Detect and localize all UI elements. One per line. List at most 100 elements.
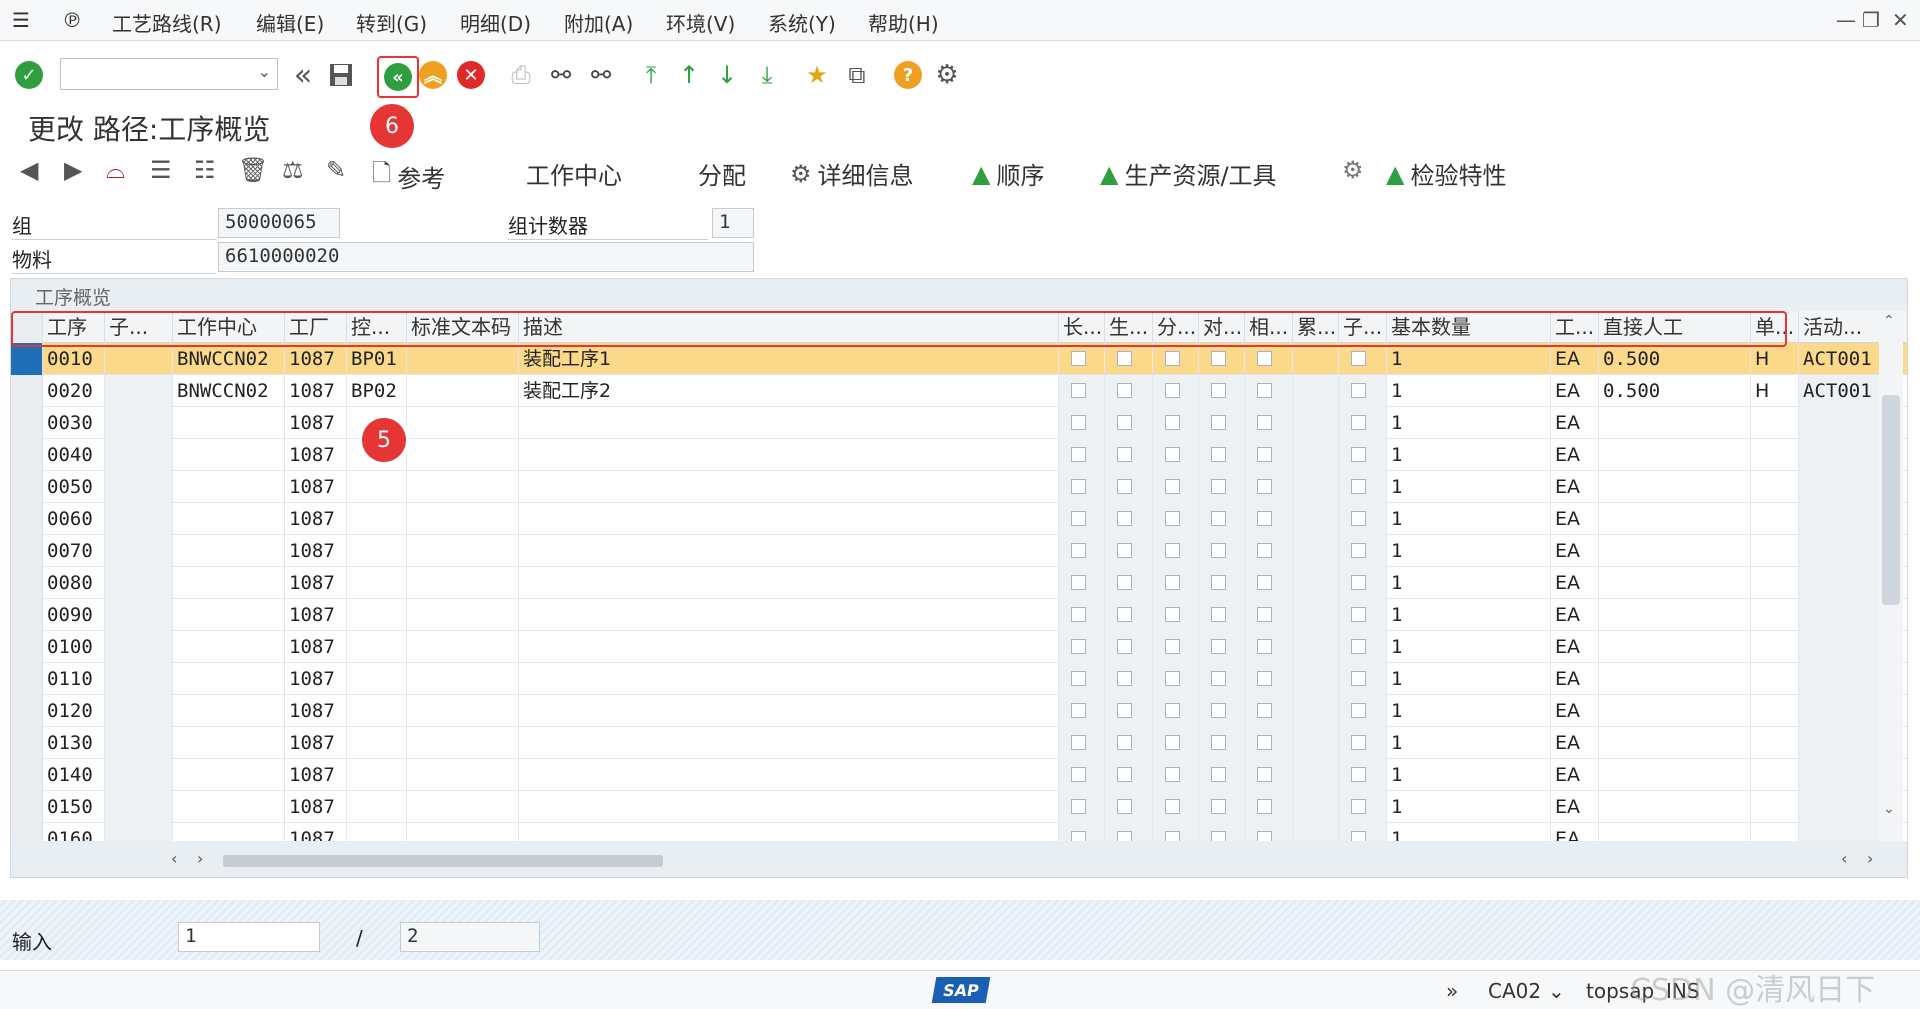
checkbox[interactable] [1351, 543, 1366, 558]
row-checkbox-cell[interactable] [1105, 599, 1153, 631]
cell-plant[interactable]: 1087 [285, 695, 347, 727]
cell-wc[interactable] [173, 471, 285, 503]
row-checkbox-cell[interactable] [1199, 695, 1245, 727]
checkbox[interactable] [1351, 639, 1366, 654]
cell-empty[interactable] [1293, 759, 1339, 791]
row-selector[interactable] [11, 599, 43, 631]
cell-ctrl[interactable] [347, 791, 407, 823]
cell-empty[interactable] [105, 823, 173, 841]
row-checkbox-cell[interactable] [1153, 535, 1199, 567]
checkbox[interactable] [1257, 479, 1272, 494]
cell-qty[interactable]: 1 [1387, 695, 1551, 727]
cell-desc[interactable]: 装配工序1 [519, 343, 1059, 375]
cell-empty[interactable] [105, 727, 173, 759]
cell-qty[interactable]: 1 [1387, 663, 1551, 695]
horizontal-scroll-thumb[interactable] [223, 855, 663, 867]
cell-plant[interactable]: 1087 [285, 375, 347, 407]
cell-act[interactable] [1799, 663, 1889, 695]
cell-empty[interactable] [1293, 535, 1339, 567]
checkbox[interactable] [1117, 511, 1132, 526]
column-header[interactable]: 生... [1105, 311, 1153, 343]
cell-uom[interactable]: EA [1551, 471, 1599, 503]
exit-button[interactable]: ︽ [418, 60, 448, 90]
cell-ctrl[interactable]: BP02 [347, 375, 407, 407]
cell-empty[interactable] [1293, 375, 1339, 407]
cell-ctrl[interactable] [347, 631, 407, 663]
vertical-scrollbar[interactable]: ⌃ ⌄ [1879, 311, 1903, 841]
cell-act[interactable] [1799, 407, 1889, 439]
row-checkbox-cell[interactable] [1245, 343, 1293, 375]
column-header[interactable]: 子... [1339, 311, 1387, 343]
checkbox[interactable] [1351, 831, 1366, 841]
cell-labor[interactable] [1599, 599, 1751, 631]
checkbox[interactable] [1117, 671, 1132, 686]
checkbox[interactable] [1351, 383, 1366, 398]
assign-button[interactable]: 分配 [698, 156, 746, 191]
cell-empty[interactable] [1293, 407, 1339, 439]
row-selector[interactable] [11, 727, 43, 759]
scroll-right-icon[interactable]: › [197, 849, 203, 868]
cell-unit[interactable] [1751, 503, 1799, 535]
hat-button[interactable]: ⌓ [106, 156, 125, 184]
row-checkbox-cell[interactable] [1059, 791, 1105, 823]
row-checkbox-cell[interactable] [1199, 503, 1245, 535]
cell-labor[interactable] [1599, 791, 1751, 823]
cell-qty[interactable]: 1 [1387, 727, 1551, 759]
cell-labor[interactable] [1599, 663, 1751, 695]
cell-empty[interactable] [1293, 823, 1339, 841]
cell-plant[interactable]: 1087 [285, 407, 347, 439]
column-header[interactable]: 工序 [43, 311, 105, 343]
cell-uom[interactable]: EA [1551, 567, 1599, 599]
previous-item-button[interactable]: ◀ [20, 156, 38, 184]
checkbox[interactable] [1351, 767, 1366, 782]
column-header[interactable]: 控... [347, 311, 407, 343]
cell-empty[interactable] [105, 695, 173, 727]
checkbox[interactable] [1117, 831, 1132, 841]
checkbox[interactable] [1211, 671, 1226, 686]
cell-plant[interactable]: 1087 [285, 727, 347, 759]
menu-item-edit[interactable]: 编辑(E) [256, 8, 324, 37]
cell-desc[interactable] [519, 823, 1059, 841]
checkbox[interactable] [1071, 479, 1086, 494]
cell-empty[interactable] [105, 631, 173, 663]
row-checkbox-cell[interactable] [1339, 823, 1387, 841]
cell-act[interactable] [1799, 631, 1889, 663]
entry-field[interactable]: 1 [178, 922, 320, 952]
cell-op[interactable]: 0010 [43, 343, 105, 375]
checkbox[interactable] [1117, 479, 1132, 494]
cell-plant[interactable]: 1087 [285, 535, 347, 567]
row-checkbox-cell[interactable] [1153, 599, 1199, 631]
checkbox[interactable] [1351, 671, 1366, 686]
cell-qty[interactable]: 1 [1387, 759, 1551, 791]
cell-wc[interactable] [173, 727, 285, 759]
cell-act[interactable] [1799, 695, 1889, 727]
row-checkbox-cell[interactable] [1153, 407, 1199, 439]
row-checkbox-cell[interactable] [1105, 471, 1153, 503]
row-checkbox-cell[interactable] [1199, 823, 1245, 841]
status-expand-icon[interactable]: » [1446, 979, 1458, 1003]
checkbox[interactable] [1117, 383, 1132, 398]
components-button[interactable]: ⚖ [282, 156, 304, 184]
cell-plant[interactable]: 1087 [285, 631, 347, 663]
checkbox[interactable] [1257, 575, 1272, 590]
work-center-button[interactable]: 工作中心 [526, 156, 622, 191]
row-selector[interactable] [11, 343, 43, 375]
checkbox[interactable] [1351, 511, 1366, 526]
column-header[interactable]: 分... [1153, 311, 1199, 343]
checkbox[interactable] [1257, 447, 1272, 462]
checkbox[interactable] [1165, 447, 1180, 462]
cell-op[interactable]: 0060 [43, 503, 105, 535]
scroll-left-icon[interactable]: ‹ [171, 849, 177, 868]
cell-qty[interactable]: 1 [1387, 535, 1551, 567]
row-checkbox-cell[interactable] [1105, 663, 1153, 695]
transaction-icon[interactable]: ℗ [62, 8, 82, 32]
cell-desc[interactable]: 装配工序2 [519, 375, 1059, 407]
back-button[interactable]: « [288, 58, 318, 93]
table-row[interactable]: 0060 1087 1 EA [11, 503, 1907, 535]
checkbox[interactable] [1165, 511, 1180, 526]
checkbox[interactable] [1351, 447, 1366, 462]
cell-labor[interactable] [1599, 567, 1751, 599]
cell-desc[interactable] [519, 759, 1059, 791]
row-checkbox-cell[interactable] [1059, 727, 1105, 759]
menu-icon[interactable]: ☰ [12, 8, 30, 32]
